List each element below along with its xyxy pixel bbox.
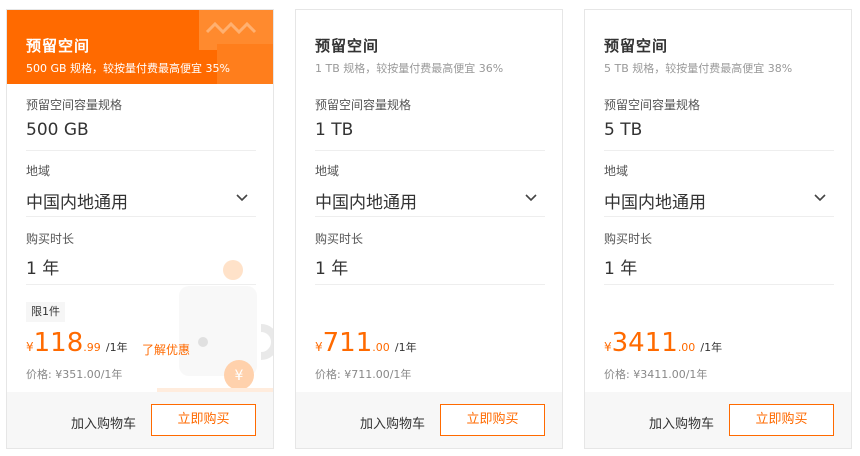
svg-text:¥: ¥ bbox=[235, 368, 244, 384]
chevron-down-icon[interactable] bbox=[812, 190, 828, 206]
price-decimal: .00 bbox=[372, 341, 390, 354]
duration-value: 1 年 bbox=[604, 259, 638, 279]
original-price: 价格: ¥351.00/1年 bbox=[26, 368, 123, 381]
currency-symbol: ¥ bbox=[26, 340, 34, 354]
price-unit: /1年 bbox=[700, 341, 723, 354]
capacity-value: 1 TB bbox=[315, 120, 354, 140]
promo-link[interactable]: 了解优惠 bbox=[142, 341, 190, 358]
price: ¥711.00 /1年 bbox=[315, 328, 417, 358]
duration-label: 购买时长 bbox=[604, 232, 653, 246]
chevron-down-icon[interactable] bbox=[523, 190, 539, 206]
plan-card-5tb: 预留空间 5 TB 规格，较按量付费最高便宜 38% 预留空间容量规格 5 TB… bbox=[584, 9, 852, 449]
divider bbox=[604, 284, 834, 285]
buy-now-button[interactable]: 立即购买 bbox=[151, 404, 256, 436]
divider bbox=[315, 284, 545, 285]
card-title: 预留空间 bbox=[604, 37, 669, 55]
capacity-value: 5 TB bbox=[604, 120, 643, 140]
region-label: 地域 bbox=[604, 164, 629, 178]
capacity-label: 预留空间容量规格 bbox=[604, 98, 701, 112]
plan-card-1tb: 预留空间 1 TB 规格，较按量付费最高便宜 36% 预留空间容量规格 1 TB… bbox=[295, 9, 563, 449]
original-price: 价格: ¥3411.00/1年 bbox=[604, 368, 708, 381]
card-title: 预留空间 bbox=[26, 37, 91, 55]
price-unit: /1年 bbox=[105, 341, 128, 354]
duration-label: 购买时长 bbox=[315, 232, 364, 246]
region-label: 地域 bbox=[315, 164, 340, 178]
price-integer: 3411 bbox=[611, 328, 678, 358]
price-unit: /1年 bbox=[394, 341, 417, 354]
region-select-value[interactable]: 中国内地通用 bbox=[26, 188, 128, 213]
capacity-value: 500 GB bbox=[26, 120, 89, 140]
price-integer: 118 bbox=[33, 328, 84, 358]
duration-label: 购买时长 bbox=[26, 232, 75, 246]
capacity-label: 预留空间容量规格 bbox=[26, 98, 123, 112]
price-integer: 711 bbox=[322, 328, 373, 358]
card-subtitle: 5 TB 规格，较按量付费最高便宜 38% bbox=[604, 62, 793, 75]
buy-now-button[interactable]: 立即购买 bbox=[440, 404, 545, 436]
region-select-value[interactable]: 中国内地通用 bbox=[604, 188, 706, 213]
add-to-cart-button[interactable]: 加入购物车 bbox=[71, 413, 136, 432]
capacity-label: 预留空间容量规格 bbox=[315, 98, 412, 112]
divider bbox=[26, 284, 256, 285]
card-footer: 加入购物车 立即购买 bbox=[296, 392, 562, 448]
region-label: 地域 bbox=[26, 164, 51, 178]
chevron-down-icon[interactable] bbox=[234, 190, 250, 206]
add-to-cart-button[interactable]: 加入购物车 bbox=[649, 413, 714, 432]
price: ¥118.99 /1年 bbox=[26, 328, 128, 358]
card-title: 预留空间 bbox=[315, 37, 380, 55]
buy-now-button[interactable]: 立即购买 bbox=[729, 404, 834, 436]
card-subtitle: 1 TB 规格，较按量付费最高便宜 36% bbox=[315, 62, 504, 75]
divider bbox=[26, 150, 256, 151]
divider bbox=[604, 150, 834, 151]
divider bbox=[26, 216, 256, 217]
price-decimal: .00 bbox=[677, 341, 696, 354]
price-decimal: .99 bbox=[83, 341, 101, 354]
currency-symbol: ¥ bbox=[604, 340, 612, 354]
card-header: 预留空间 1 TB 规格，较按量付费最高便宜 36% bbox=[296, 10, 562, 84]
price: ¥3411.00 /1年 bbox=[604, 328, 722, 358]
card-footer: 加入购物车 立即购买 bbox=[7, 392, 273, 448]
card-header: 预留空间 5 TB 规格，较按量付费最高便宜 38% bbox=[585, 10, 851, 84]
divider bbox=[315, 216, 545, 217]
divider bbox=[315, 150, 545, 151]
original-price: 价格: ¥711.00/1年 bbox=[315, 368, 412, 381]
card-subtitle: 500 GB 规格，较按量付费最高便宜 35% bbox=[26, 62, 231, 75]
plan-card-500gb: 预留空间 500 GB 规格，较按量付费最高便宜 35% ¥ 预留空间容量规格 … bbox=[6, 9, 274, 449]
add-to-cart-button[interactable]: 加入购物车 bbox=[360, 413, 425, 432]
card-header: 预留空间 500 GB 规格，较按量付费最高便宜 35% bbox=[7, 10, 273, 84]
divider bbox=[604, 216, 834, 217]
currency-symbol: ¥ bbox=[315, 340, 323, 354]
duration-value: 1 年 bbox=[26, 259, 60, 279]
coin-illustration: ¥ bbox=[157, 260, 273, 396]
card-footer: 加入购物车 立即购买 bbox=[585, 392, 851, 448]
region-select-value[interactable]: 中国内地通用 bbox=[315, 188, 417, 213]
limit-badge: 限1件 bbox=[26, 302, 65, 322]
duration-value: 1 年 bbox=[315, 259, 349, 279]
